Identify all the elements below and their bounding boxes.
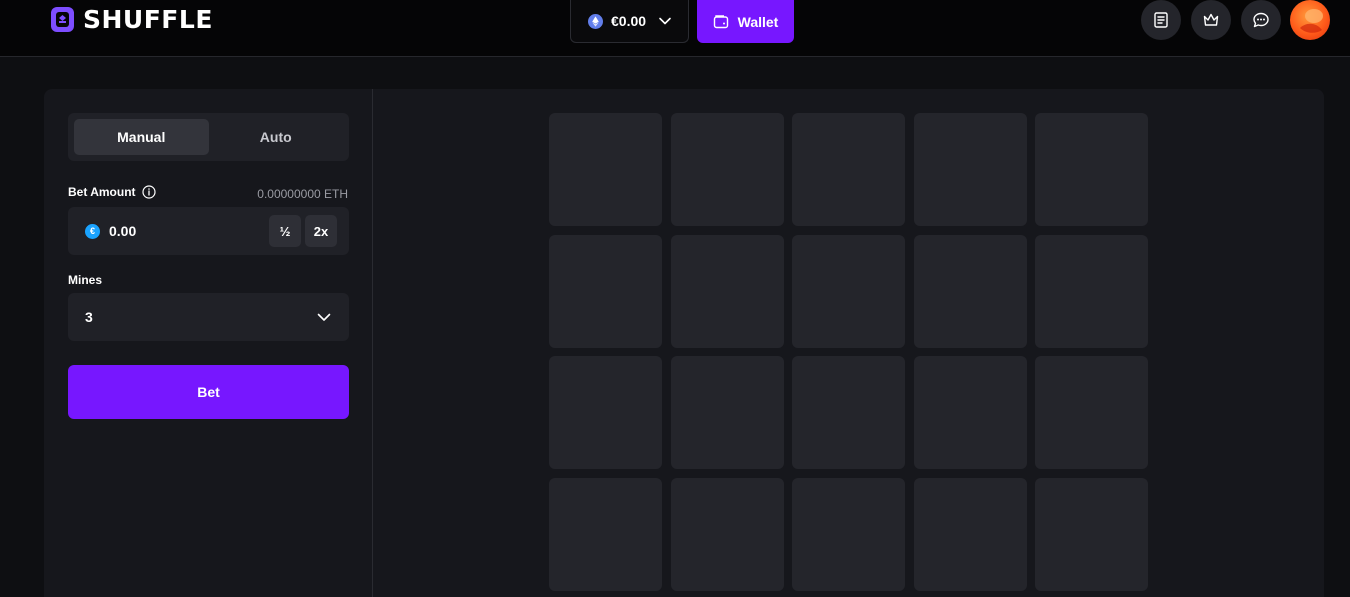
balance-selector[interactable]: €0.00 (570, 0, 689, 43)
logo[interactable]: SHUFFLE (50, 4, 213, 34)
mine-tile[interactable] (670, 477, 784, 591)
mine-tile[interactable] (670, 356, 784, 469)
euro-coin-icon: € (85, 223, 100, 239)
mode-tabs: Manual Auto (68, 113, 349, 161)
mines-grid (549, 113, 1148, 591)
bet-amount-label: Bet Amount (68, 185, 136, 199)
mine-tile[interactable] (1035, 234, 1148, 348)
mine-tile[interactable] (670, 113, 784, 226)
mines-value: 3 (85, 309, 93, 325)
balance-amount: €0.00 (611, 13, 647, 29)
crown-icon (1203, 13, 1219, 26)
bet-amount-label-row: Bet Amount (68, 185, 156, 199)
mine-tile[interactable] (792, 113, 905, 226)
mine-tile[interactable] (549, 234, 662, 348)
vip-button[interactable] (1191, 0, 1231, 40)
double-bet-button[interactable]: 2x (305, 215, 337, 247)
top-header: SHUFFLE €0.00 Wallet (0, 0, 1350, 57)
mines-select[interactable]: 3 (68, 293, 349, 341)
wallet-label: Wallet (737, 13, 779, 30)
mine-tile[interactable] (913, 113, 1027, 226)
mine-tile[interactable] (549, 477, 662, 591)
wallet-button[interactable]: Wallet (697, 0, 794, 43)
avatar-image-icon (1300, 9, 1323, 33)
mine-tile[interactable] (549, 356, 662, 469)
logo-text: SHUFFLE (83, 4, 213, 34)
chat-button[interactable] (1241, 0, 1281, 40)
ethereum-icon (588, 13, 603, 29)
mine-tile[interactable] (792, 477, 905, 591)
bet-amount-input[interactable] (109, 223, 259, 239)
mine-tile[interactable] (1035, 356, 1148, 469)
wallet-icon (713, 14, 728, 28)
bet-amount-field: € ½ 2x (68, 207, 349, 255)
mine-tile[interactable] (913, 356, 1027, 469)
shuffle-logo-icon (51, 6, 74, 32)
mines-game-panel: Manual Auto Bet Amount 0.00000000 ETH € … (44, 89, 1324, 597)
user-avatar[interactable] (1290, 0, 1330, 40)
info-icon[interactable] (141, 185, 156, 199)
mine-tile[interactable] (1035, 477, 1148, 591)
bet-sidebar: Manual Auto Bet Amount 0.00000000 ETH € … (44, 89, 373, 597)
bet-button[interactable]: Bet (68, 365, 349, 419)
bet-history-button[interactable] (1141, 0, 1181, 40)
mines-label: Mines (68, 273, 103, 287)
chat-icon (1253, 12, 1269, 28)
mine-tile[interactable] (670, 234, 784, 348)
tab-manual[interactable]: Manual (74, 119, 209, 155)
mine-tile[interactable] (913, 234, 1027, 348)
mine-tile[interactable] (549, 113, 662, 226)
bet-amount-crypto: 0.00000000 ETH (257, 187, 348, 201)
half-bet-button[interactable]: ½ (269, 215, 301, 247)
tab-auto[interactable]: Auto (209, 119, 344, 155)
chevron-down-icon (659, 17, 671, 25)
mine-tile[interactable] (792, 234, 905, 348)
mine-tile[interactable] (1035, 113, 1148, 226)
mine-tile[interactable] (792, 356, 905, 469)
receipt-icon (1154, 12, 1168, 28)
chevron-down-icon (317, 313, 331, 321)
mine-tile[interactable] (913, 477, 1027, 591)
